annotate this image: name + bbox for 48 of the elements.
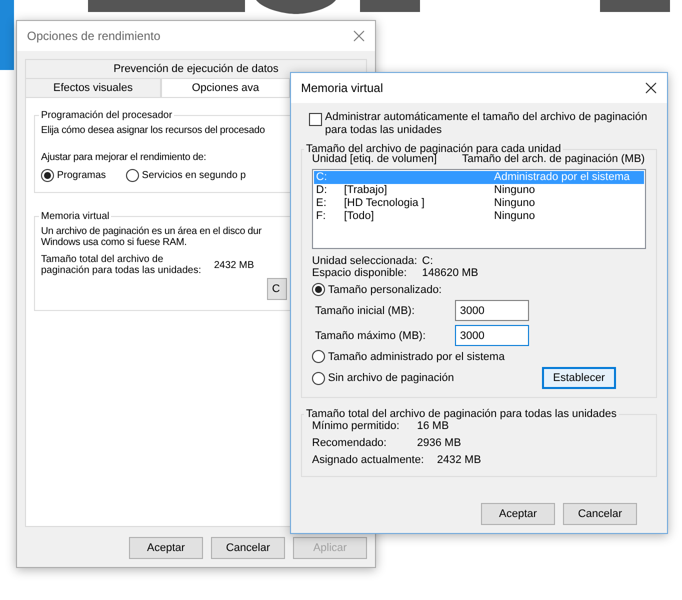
- adjust-label: Ajustar para mejorar el rendimiento de:: [41, 152, 206, 163]
- total-label: Recomendado:: [312, 437, 388, 449]
- total-label: Mínimo permitido:: [312, 420, 400, 432]
- dialog-button[interactable]: Cancelar: [563, 503, 637, 525]
- column-header: Tamaño del arch. de paginación (MB): [462, 153, 645, 165]
- window-title: Memoria virtual: [301, 81, 384, 95]
- max-size-field[interactable]: 3000: [455, 325, 529, 346]
- list-item[interactable]: F: [Todo] Ninguno: [314, 210, 644, 223]
- total-label: Tamaño total del archivo de paginación para todas las unidades:: [41, 254, 202, 276]
- window-title: Opciones de rendimiento: [27, 29, 160, 43]
- free-space-value: 148620 MB: [422, 267, 478, 279]
- radio-button[interactable]: Servicios en segundo p: [126, 169, 246, 182]
- selected-drive-label: Unidad seleccionada:: [312, 255, 418, 267]
- radio-button[interactable]: Sin archivo de paginación: [312, 372, 454, 384]
- total-value: 2936 MB: [417, 437, 462, 449]
- close-icon[interactable]: [645, 82, 657, 94]
- description-text: Un archivo de paginación es un área en el disco dur: [41, 226, 263, 237]
- free-space-label: Espacio disponible:: [312, 267, 408, 279]
- description-text: Elija cómo desea asignar los recursos del procesado: [41, 125, 265, 136]
- tab[interactable]: Opciones ava: [161, 78, 290, 97]
- initial-size-field[interactable]: 3000: [455, 300, 529, 321]
- total-value: 2432 MB: [214, 260, 254, 270]
- column-header: Unidad [etiq. de volumen]: [312, 153, 437, 165]
- group-title: Tamaño total del archivo de paginación para todas las unidades: [305, 408, 618, 420]
- tab[interactable]: Prevención de ejecución de datos: [25, 59, 367, 78]
- set-button[interactable]: Establecer: [542, 367, 616, 389]
- selected-drive-value: C:: [422, 255, 433, 267]
- total-label: Asignado actualmente:: [312, 454, 425, 466]
- checkbox-label: Administrar automáticamente el tamaño del archivo de paginación para todas las unidades: [325, 111, 648, 137]
- initial-size-label: Tamaño inicial (MB):: [315, 304, 416, 316]
- tab[interactable]: Efectos visuales: [25, 78, 161, 97]
- radio-button[interactable]: Programas: [41, 169, 106, 182]
- dialog-button[interactable]: Cancelar: [211, 537, 285, 559]
- group-title: Programación del procesador: [40, 110, 174, 121]
- group-title: Memoria virtual: [40, 211, 110, 222]
- change-button[interactable]: C: [267, 278, 287, 300]
- description-text: Windows usa como si fuese RAM.: [41, 237, 188, 248]
- radio-button[interactable]: Tamaño personalizado:: [312, 283, 646, 296]
- total-value: 16 MB: [417, 420, 449, 432]
- dialog-button[interactable]: Aceptar: [129, 537, 203, 559]
- max-size-label: Tamaño máximo (MB):: [315, 330, 427, 342]
- dialog-button[interactable]: Aceptar: [481, 503, 555, 525]
- list-item[interactable]: D: [Trabajo] Ninguno: [314, 184, 644, 197]
- list-item[interactable]: E: [HD Tecnologia ] Ninguno: [314, 197, 644, 210]
- checkbox[interactable]: [309, 113, 322, 126]
- radio-button[interactable]: Tamaño administrado por el sistema: [312, 350, 646, 363]
- total-value: 2432 MB: [437, 454, 482, 466]
- group-title: Tamaño del archivo de paginación para cada unidad: [305, 143, 562, 155]
